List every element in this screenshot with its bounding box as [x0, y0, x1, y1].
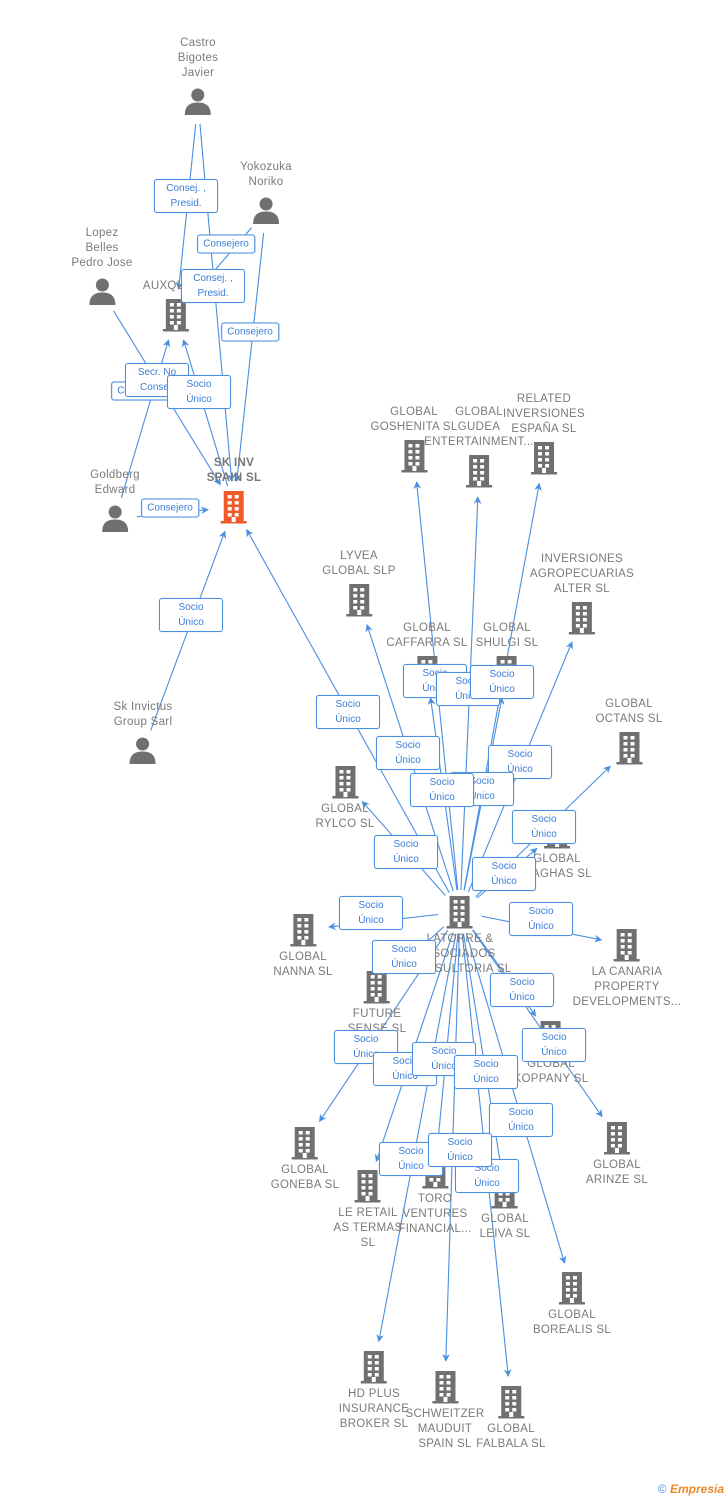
building-icon: [348, 970, 407, 1004]
building-icon: [530, 601, 634, 635]
edge-label[interactable]: Socio Único: [472, 857, 536, 891]
node-nanna[interactable]: GLOBAL NANNA SL: [273, 913, 332, 980]
node-yokozuka[interactable]: Yokozuka Noriko: [240, 160, 292, 224]
edge-label[interactable]: Socio Único: [428, 1133, 492, 1167]
node-label[interactable]: GLOBAL LEIVA SL: [480, 1212, 531, 1242]
node-label[interactable]: LYVEA GLOBAL SLP: [322, 549, 396, 579]
node-skinv[interactable]: SK INV SPAIN SL: [207, 456, 262, 524]
edge-label[interactable]: Consej. , Presid.: [181, 269, 245, 303]
node-label[interactable]: GLOBAL NANNA SL: [273, 950, 332, 980]
node-skinvictus[interactable]: Sk Invictus Group Sarl: [114, 700, 173, 764]
edge-label[interactable]: Socio Único: [376, 736, 440, 770]
person-icon: [178, 85, 218, 115]
edge-label[interactable]: Consejero: [221, 322, 279, 342]
node-label[interactable]: GLOBAL GONEBA SL: [271, 1163, 340, 1193]
node-goldberg[interactable]: Goldberg Edward: [90, 468, 140, 532]
edge-label[interactable]: Consej. , Presid.: [154, 179, 218, 213]
building-icon: [271, 1126, 340, 1160]
building-icon: [409, 895, 512, 929]
person-icon: [90, 502, 140, 532]
edge-label[interactable]: Socio Único: [454, 1055, 518, 1089]
building-icon: [476, 1385, 546, 1419]
edge-label[interactable]: Socio Único: [339, 896, 403, 930]
edge-label[interactable]: Socio Único: [167, 375, 231, 409]
node-label[interactable]: RELATED INVERSIONES ESPAÑA SL: [503, 392, 585, 437]
node-label[interactable]: LE RETAIL AS TERMAS SL: [334, 1206, 403, 1251]
copyright-symbol: ©: [657, 1482, 667, 1496]
node-lopez[interactable]: Lopez Belles Pedro Jose: [71, 226, 132, 305]
node-label[interactable]: GLOBAL ARINZE SL: [586, 1158, 648, 1188]
node-rylco[interactable]: GLOBAL RYLCO SL: [315, 765, 374, 832]
node-agro[interactable]: INVERSIONES AGROPECUARIAS ALTER SL: [530, 552, 634, 635]
building-icon: [533, 1271, 611, 1305]
node-label[interactable]: GLOBAL BOREALIS SL: [533, 1308, 611, 1338]
node-castro[interactable]: Castro Bigotes Javier: [178, 36, 218, 115]
node-falbala[interactable]: GLOBAL FALBALA SL: [476, 1385, 546, 1452]
node-hdplus[interactable]: HD PLUS INSURANCE BROKER SL: [339, 1350, 409, 1432]
footer-brand: © Empresia: [658, 1482, 724, 1496]
node-label[interactable]: GLOBAL CAFFARRA SL: [386, 621, 467, 651]
building-icon: [207, 490, 262, 524]
building-icon: [573, 928, 682, 962]
node-future[interactable]: FUTURE SENSE SL: [348, 970, 407, 1037]
node-label[interactable]: GLOBAL OCTANS SL: [595, 697, 662, 727]
node-label[interactable]: SK INV SPAIN SL: [207, 456, 262, 486]
node-schweitzer[interactable]: SCHWEITZER MAUDUIT SPAIN SL: [405, 1370, 484, 1452]
building-icon: [273, 913, 332, 947]
edge-label[interactable]: Socio Único: [410, 773, 474, 807]
node-label[interactable]: GLOBAL RYLCO SL: [315, 802, 374, 832]
edge-label[interactable]: Socio Único: [374, 835, 438, 869]
edge-label[interactable]: Socio Único: [489, 1103, 553, 1137]
building-icon: [322, 583, 396, 617]
edge-label[interactable]: Socio Único: [159, 598, 223, 632]
brand-logo[interactable]: Empresia: [670, 1482, 724, 1496]
node-label[interactable]: INVERSIONES AGROPECUARIAS ALTER SL: [530, 552, 634, 597]
building-icon: [315, 765, 374, 799]
node-lyvea[interactable]: LYVEA GLOBAL SLP: [322, 549, 396, 617]
building-icon: [595, 731, 662, 765]
building-icon: [405, 1370, 484, 1404]
edge-label[interactable]: Consejero: [141, 498, 199, 518]
edge-label[interactable]: Socio Único: [316, 695, 380, 729]
node-label[interactable]: Goldberg Edward: [90, 468, 140, 498]
building-icon: [143, 298, 209, 332]
person-icon: [240, 194, 292, 224]
node-arinze[interactable]: GLOBAL ARINZE SL: [586, 1121, 648, 1188]
edge-label[interactable]: Socio Único: [470, 665, 534, 699]
node-related[interactable]: RELATED INVERSIONES ESPAÑA SL: [503, 392, 585, 475]
edge-label[interactable]: Socio Único: [372, 940, 436, 974]
node-octans[interactable]: GLOBAL OCTANS SL: [595, 697, 662, 765]
edge-label[interactable]: Socio Único: [509, 902, 573, 936]
node-label[interactable]: TORO VENTURES FINANCIAL...: [398, 1192, 471, 1237]
building-icon: [586, 1121, 648, 1155]
node-borealis[interactable]: GLOBAL BOREALIS SL: [533, 1271, 611, 1338]
node-label[interactable]: LA CANARIA PROPERTY DEVELOPMENTS...: [573, 965, 682, 1010]
node-label[interactable]: HD PLUS INSURANCE BROKER SL: [339, 1387, 409, 1432]
node-canaria[interactable]: LA CANARIA PROPERTY DEVELOPMENTS...: [573, 928, 682, 1010]
edge-label[interactable]: Socio Único: [512, 810, 576, 844]
person-icon: [114, 734, 173, 764]
node-label[interactable]: Sk Invictus Group Sarl: [114, 700, 173, 730]
edge-label[interactable]: Socio Único: [490, 973, 554, 1007]
node-leretail[interactable]: LE RETAIL AS TERMAS SL: [334, 1169, 403, 1251]
edge-label[interactable]: Socio Único: [522, 1028, 586, 1062]
node-label[interactable]: Castro Bigotes Javier: [178, 36, 218, 81]
node-label[interactable]: SCHWEITZER MAUDUIT SPAIN SL: [405, 1407, 484, 1452]
node-goneba[interactable]: GLOBAL GONEBA SL: [271, 1126, 340, 1193]
node-label[interactable]: GLOBAL FALBALA SL: [476, 1422, 546, 1452]
building-icon: [339, 1350, 409, 1384]
building-icon: [503, 441, 585, 475]
edge-label[interactable]: Consejero: [197, 234, 255, 254]
node-label[interactable]: GLOBAL SHULGI SL: [476, 621, 539, 651]
node-label[interactable]: Lopez Belles Pedro Jose: [71, 226, 132, 271]
person-icon: [71, 275, 132, 305]
node-label[interactable]: Yokozuka Noriko: [240, 160, 292, 190]
